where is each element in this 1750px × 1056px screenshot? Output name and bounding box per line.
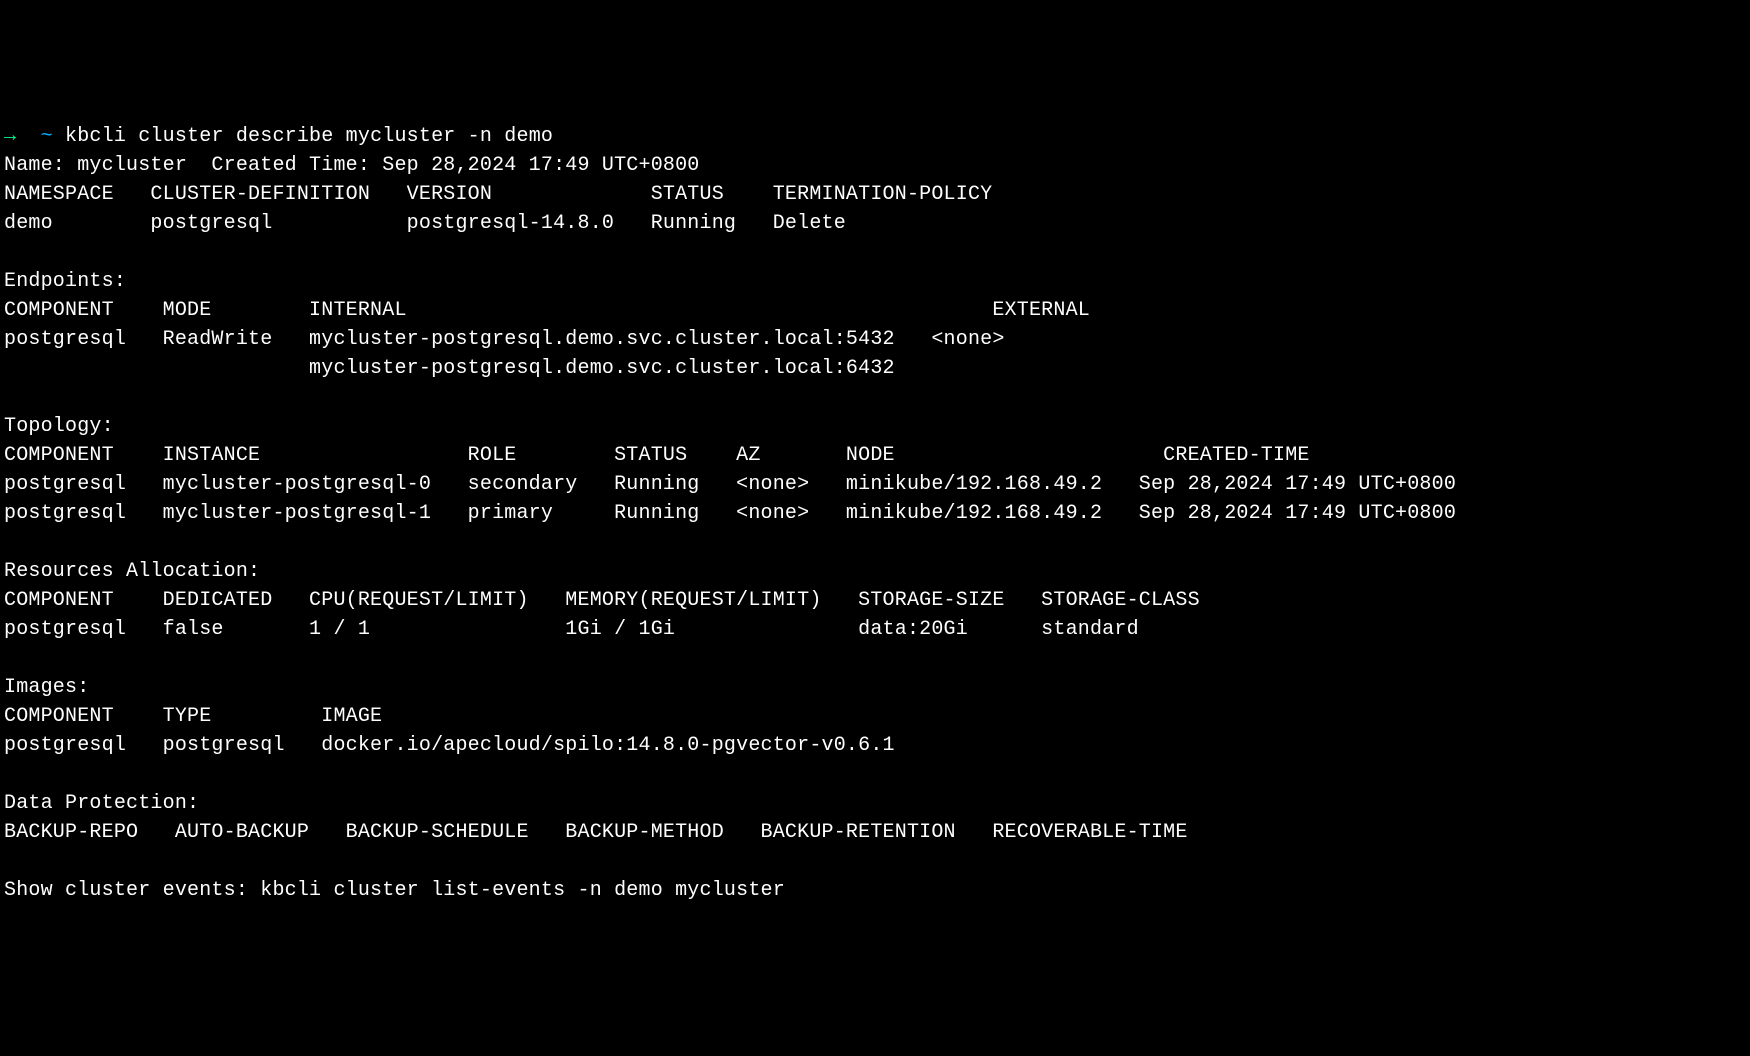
cluster-header: Name: mycluster Created Time: Sep 28,202… [4,154,700,177]
prompt-arrow-icon: → [4,125,16,148]
dataprotection-title: Data Protection: [4,792,199,815]
endpoints-row-2: mycluster-postgresql.demo.svc.cluster.lo… [4,357,895,380]
prompt-tilde: ~ [41,125,53,148]
summary-row: demo postgresql postgresql-14.8.0 Runnin… [4,212,846,235]
topology-headers: COMPONENT INSTANCE ROLE STATUS AZ NODE C… [4,444,1310,467]
endpoints-headers: COMPONENT MODE INTERNAL EXTERNAL [4,299,1090,322]
footer-hint: Show cluster events: kbcli cluster list-… [4,879,785,902]
dataprotection-headers: BACKUP-REPO AUTO-BACKUP BACKUP-SCHEDULE … [4,821,1188,844]
summary-headers: NAMESPACE CLUSTER-DEFINITION VERSION STA… [4,183,992,206]
resources-row: postgresql false 1 / 1 1Gi / 1Gi data:20… [4,618,1139,641]
command-text: kbcli cluster describe mycluster -n demo [65,125,553,148]
images-row: postgresql postgresql docker.io/apecloud… [4,734,895,757]
endpoints-row-1: postgresql ReadWrite mycluster-postgresq… [4,328,1005,351]
images-title: Images: [4,676,89,699]
images-headers: COMPONENT TYPE IMAGE [4,705,382,728]
resources-title: Resources Allocation: [4,560,260,583]
topology-row-2: postgresql mycluster-postgresql-1 primar… [4,502,1456,525]
topology-row-1: postgresql mycluster-postgresql-0 second… [4,473,1456,496]
resources-headers: COMPONENT DEDICATED CPU(REQUEST/LIMIT) M… [4,589,1200,612]
endpoints-title: Endpoints: [4,270,126,293]
terminal-output: → ~ kbcli cluster describe mycluster -n … [4,122,1746,905]
topology-title: Topology: [4,415,114,438]
